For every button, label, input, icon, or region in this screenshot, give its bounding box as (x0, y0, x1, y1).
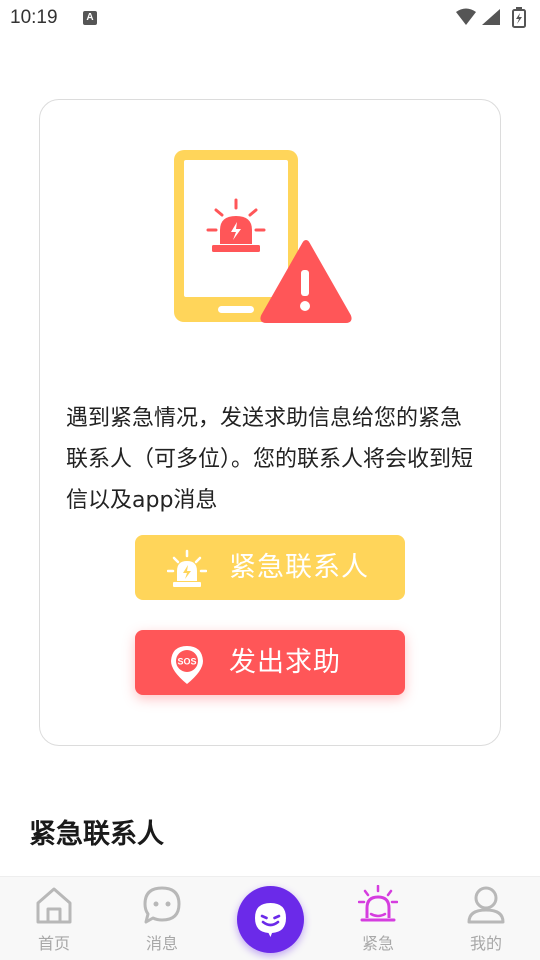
smile-center-icon (255, 903, 286, 937)
tab-emergency-label: 紧急 (361, 934, 394, 953)
battery-icon (512, 7, 526, 28)
tab-messages-label: 消息 (145, 934, 178, 953)
tab-emergency[interactable]: 紧急 (324, 877, 432, 960)
home-icon (36, 887, 72, 924)
emergency-contacts-button[interactable]: 紧急联系人 (135, 535, 405, 600)
tab-home[interactable]: 首页 (0, 877, 108, 960)
sos-location-icon: SOS (171, 646, 203, 684)
signal-icon (482, 9, 500, 25)
message-icon (143, 886, 181, 924)
tab-profile-label: 我的 (469, 934, 502, 953)
send-help-label: 发出求助 (229, 647, 341, 678)
alarm-icon (358, 885, 398, 922)
emergency-description: 遇到紧急情况，发送求助信息给您的紧急联系人（可多位）。您的联系人将会收到短信以及… (66, 406, 474, 513)
status-time: 10:19 (10, 7, 58, 28)
send-help-button[interactable]: SOS 发出求助 (135, 630, 405, 695)
tab-messages[interactable]: 消息 (108, 877, 216, 960)
status-bar: 10:19 A (0, 0, 540, 36)
contacts-section-title: 紧急联系人 (29, 819, 164, 850)
sos-badge-text: SOS (177, 657, 196, 667)
status-icons (456, 7, 526, 28)
tab-profile[interactable]: 我的 (432, 877, 540, 960)
tab-home-label: 首页 (37, 934, 70, 953)
notification-icon: A (83, 11, 97, 25)
siren-icon (167, 549, 207, 587)
emergency-contacts-label: 紧急联系人 (229, 552, 369, 583)
profile-icon (467, 886, 505, 924)
wifi-icon (456, 8, 476, 25)
center-action-button[interactable] (237, 886, 304, 953)
emergency-phone-illustration (174, 150, 352, 323)
